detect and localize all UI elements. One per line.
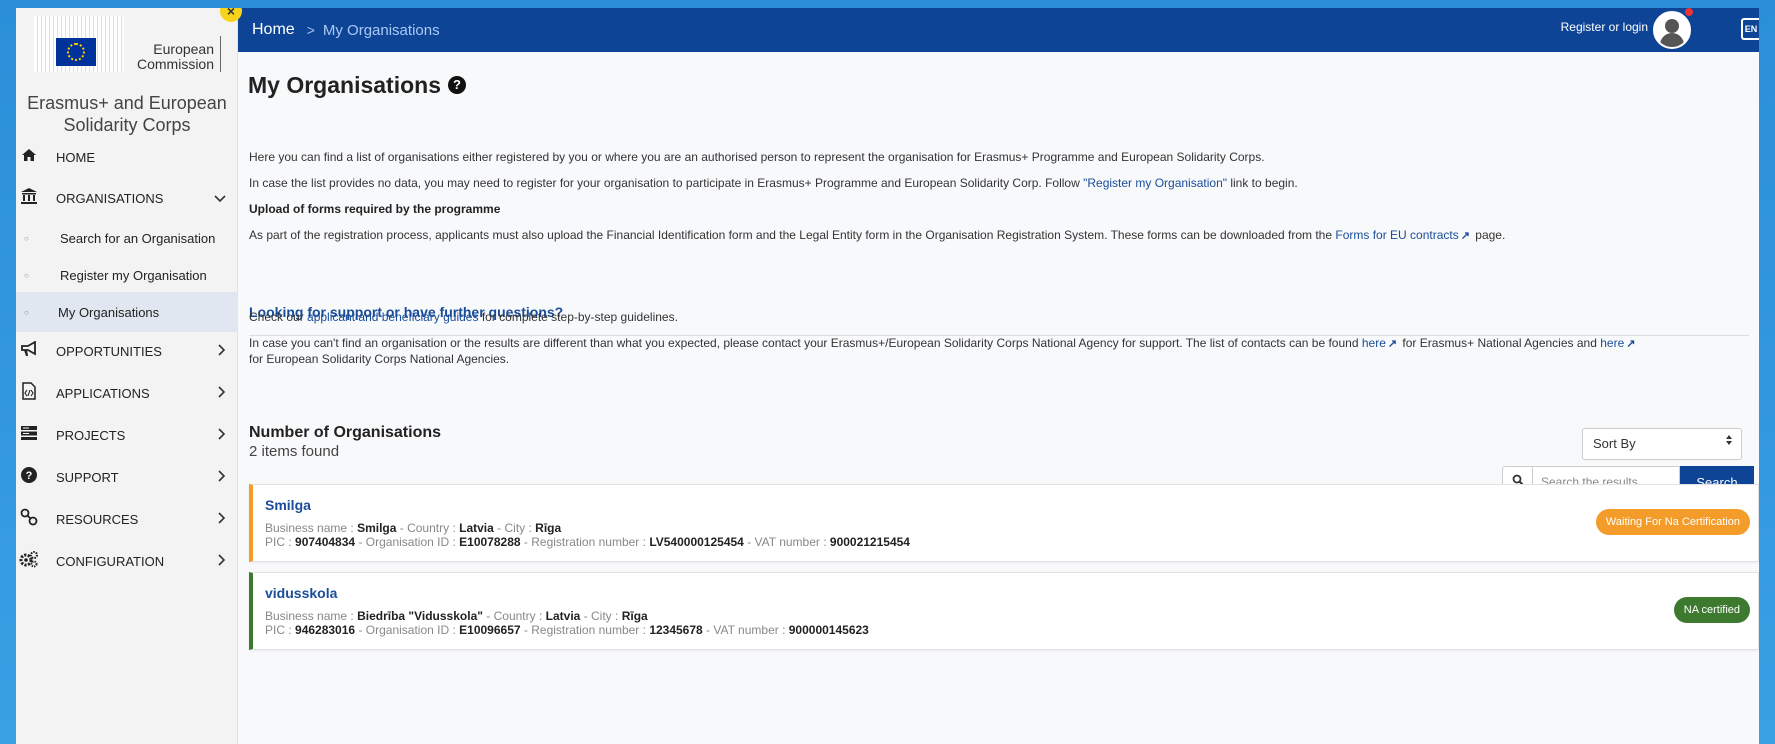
- erasmus-na-contacts-link[interactable]: here: [1362, 336, 1386, 350]
- top-bar: Home > My Organisations Register or logi…: [238, 8, 1759, 52]
- institution-icon: [18, 187, 40, 210]
- organisation-card[interactable]: Smilga Business name : Smilga - Country …: [249, 484, 1759, 562]
- avatar-body: [1660, 33, 1684, 47]
- logo-text: European Commission: [136, 41, 214, 72]
- language-icon[interactable]: EN: [1741, 18, 1759, 40]
- esc-na-contacts-link[interactable]: here: [1600, 336, 1624, 350]
- chevron-right-icon: [218, 469, 226, 485]
- sidebar-item-resources[interactable]: RESOURCES: [16, 499, 238, 539]
- sidebar-item-support[interactable]: ? SUPPORT: [16, 457, 238, 497]
- file-code-icon: [18, 381, 40, 405]
- status-badge: Waiting For Na Certification: [1595, 509, 1750, 535]
- avatar[interactable]: [1653, 11, 1691, 49]
- sidebar-subitem-register-organisation[interactable]: ○ Register my Organisation: [16, 255, 238, 295]
- sort-by-select[interactable]: Sort By: [1582, 428, 1742, 460]
- sidebar: European Commission × Erasmus+ and Europ…: [16, 8, 242, 744]
- breadcrumb-home[interactable]: Home: [252, 21, 295, 39]
- eu-flag-icon: [56, 38, 96, 66]
- contacts-paragraph: In case you can't find an organisation o…: [249, 336, 1636, 366]
- organisation-details-line2: PIC : 946283016 - Organisation ID : E100…: [265, 623, 869, 637]
- items-found-count: 2 items found: [249, 443, 340, 460]
- megaphone-icon: [18, 339, 40, 362]
- sidebar-subitem-search-organisation[interactable]: ○ Search for an Organisation: [16, 218, 238, 258]
- sidebar-item-opportunities[interactable]: OPPORTUNITIES: [16, 331, 238, 371]
- key-icon: [18, 508, 40, 531]
- organisation-name-link[interactable]: Smilga: [265, 497, 311, 513]
- sidebar-item-projects[interactable]: PROJECTS: [16, 415, 238, 455]
- upload-forms-title: Upload of forms required by the programm…: [249, 202, 501, 216]
- app-window: European Commission × Erasmus+ and Europ…: [16, 8, 1759, 744]
- register-hint-paragraph: In case the list provides no data, you m…: [249, 176, 1298, 190]
- chevron-right-icon: [218, 427, 226, 443]
- status-badge: NA certified: [1673, 597, 1750, 623]
- page-title: My Organisations: [248, 72, 441, 98]
- bullet-icon: ○: [24, 270, 29, 280]
- gears-icon: [18, 550, 40, 573]
- organisation-details-line1: Business name : Smilga - Country : Latvi…: [265, 521, 562, 535]
- intro-paragraph: Here you can find a list of organisation…: [249, 150, 1265, 164]
- external-link-icon: ↗: [1460, 230, 1470, 242]
- external-link-icon: ↗: [1626, 338, 1636, 350]
- bullet-icon: ○: [24, 233, 29, 243]
- upload-forms-paragraph: As part of the registration process, app…: [249, 228, 1506, 242]
- organisation-card[interactable]: vidusskola Business name : Biedrība "Vid…: [249, 572, 1759, 650]
- svg-text:?: ?: [26, 470, 33, 482]
- register-my-organisation-link[interactable]: "Register my Organisation": [1083, 176, 1227, 190]
- forms-eu-contracts-link[interactable]: Forms for EU contracts: [1335, 228, 1458, 242]
- sidebar-subitem-my-organisations[interactable]: ○ My Organisations: [16, 292, 238, 332]
- chevron-right-icon: [218, 553, 226, 569]
- sidebar-item-organisations[interactable]: ORGANISATIONS: [16, 178, 238, 218]
- help-icon[interactable]: ?: [448, 76, 466, 94]
- organisations-count-title: Number of Organisations: [249, 424, 442, 441]
- sort-arrows-icon: [1725, 429, 1733, 459]
- main-content: My Organisations ? Here you can find a l…: [238, 52, 1759, 744]
- logo-divider: [220, 36, 221, 72]
- server-icon: [18, 425, 40, 446]
- external-link-icon: ↗: [1387, 338, 1398, 350]
- applicant-guides-link[interactable]: applicant and beneficiary guides: [307, 310, 478, 324]
- notification-dot: [1685, 8, 1693, 16]
- guides-paragraph: Check our applicant and beneficiary guid…: [249, 310, 678, 324]
- app-title: Erasmus+ and European Solidarity Corps: [27, 93, 227, 135]
- chevron-right-icon: [218, 385, 226, 401]
- avatar-head: [1665, 19, 1679, 33]
- breadcrumb-separator: >: [306, 22, 315, 38]
- organisation-details-line2: PIC : 907404834 - Organisation ID : E100…: [265, 535, 910, 549]
- european-commission-logo[interactable]: European Commission: [34, 14, 234, 72]
- chevron-right-icon: [218, 343, 226, 359]
- organisation-details-line1: Business name : Biedrība "Vidusskola" - …: [265, 609, 648, 623]
- chevron-down-icon: [214, 190, 226, 206]
- register-login-link[interactable]: Register or login: [1561, 20, 1648, 34]
- sidebar-item-configuration[interactable]: CONFIGURATION: [16, 541, 238, 581]
- question-circle-icon: ?: [18, 466, 40, 489]
- breadcrumb-current[interactable]: My Organisations: [323, 22, 440, 39]
- organisation-name-link[interactable]: vidusskola: [265, 585, 337, 601]
- home-icon: [18, 148, 40, 167]
- chevron-right-icon: [218, 511, 226, 527]
- sidebar-item-applications[interactable]: APPLICATIONS: [16, 373, 238, 413]
- bullet-icon: ○: [24, 307, 29, 317]
- sidebar-item-home[interactable]: HOME: [16, 137, 238, 177]
